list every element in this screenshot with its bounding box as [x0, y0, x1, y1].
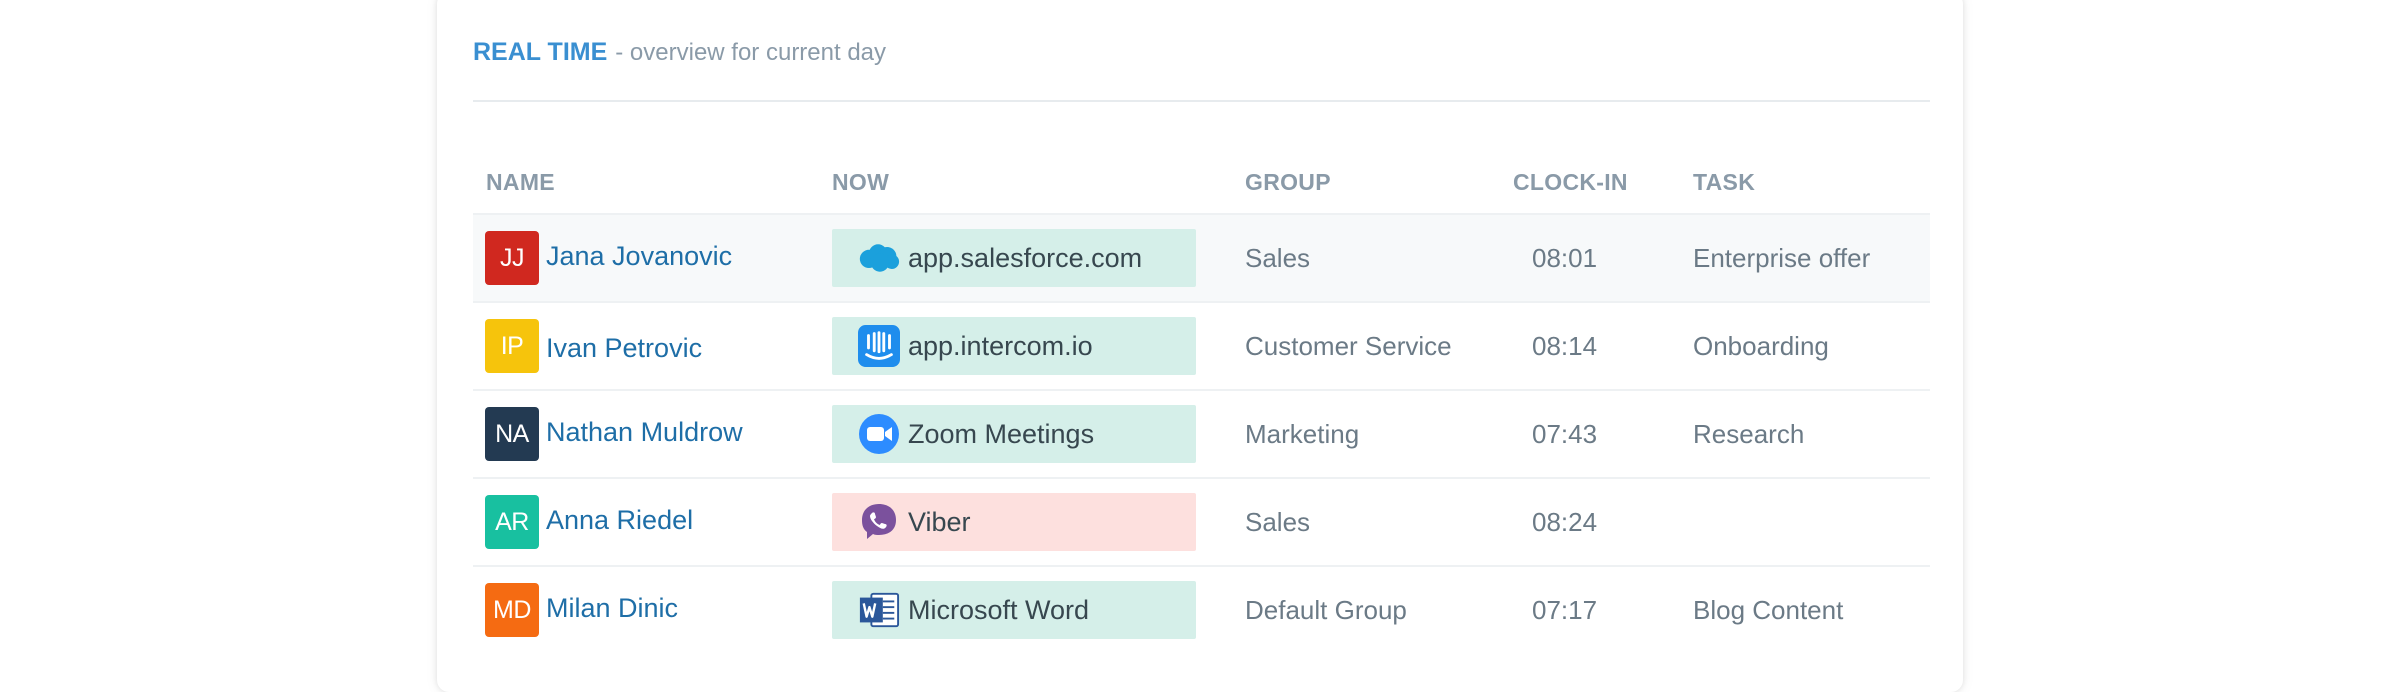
now-app-label: Microsoft Word [908, 594, 1090, 625]
card-header: REAL TIME - overview for current day [473, 36, 886, 69]
real-time-card: REAL TIME - overview for current day NAME… [437, 0, 1963, 692]
column-header-task[interactable]: TASK [1693, 169, 1755, 196]
now-activity[interactable]: Zoom Meetings [832, 405, 1196, 463]
now-app-label: app.salesforce.com [908, 242, 1143, 273]
clock-in-cell: 08:24 [1532, 507, 1598, 537]
group-cell: Default Group [1245, 595, 1407, 625]
microsoft-word-icon [858, 589, 900, 631]
avatar: IP [485, 319, 539, 373]
intercom-icon [858, 325, 900, 367]
group-cell: Marketing [1245, 419, 1360, 449]
now-app-label: Viber [908, 506, 971, 537]
task-cell: Research [1693, 419, 1805, 449]
now-activity[interactable]: Viber [832, 493, 1196, 551]
task-cell: Onboarding [1693, 331, 1829, 361]
now-activity[interactable]: app.salesforce.com [832, 229, 1196, 287]
avatar: JJ [485, 231, 539, 285]
avatar: NA [485, 407, 539, 461]
avatar-initials: AR [495, 507, 529, 536]
card-title: REAL TIME [473, 38, 608, 66]
task-cell: Enterprise offer [1693, 243, 1871, 273]
group-cell: Sales [1245, 243, 1311, 273]
avatar-initials: MD [493, 595, 531, 624]
column-header-now[interactable]: NOW [832, 169, 889, 196]
group-cell: Customer Service [1245, 331, 1452, 361]
avatar-initials: IP [500, 331, 524, 360]
avatar-initials: NA [495, 419, 529, 448]
employee-name-link[interactable]: Milan Dinic [546, 593, 678, 624]
task-cell: Blog Content [1693, 595, 1844, 625]
avatar: AR [485, 495, 539, 549]
clock-in-cell: 07:17 [1532, 595, 1598, 625]
clock-in-cell: 08:14 [1532, 331, 1598, 361]
column-header-group[interactable]: GROUP [1245, 169, 1331, 196]
table-row[interactable]: IP Ivan Petrovic app.intercom.io Custome… [473, 301, 1930, 389]
group-cell: Sales [1245, 507, 1311, 537]
table-row[interactable]: JJ Jana Jovanovic app.salesforce.com Sal… [473, 213, 1930, 301]
salesforce-cloud-icon [858, 237, 900, 279]
now-app-label: app.intercom.io [908, 330, 1093, 361]
now-app-label: Zoom Meetings [908, 418, 1095, 449]
card-subtitle: - overview for current day [615, 39, 887, 66]
now-activity[interactable]: app.intercom.io [832, 317, 1196, 375]
employee-name-link[interactable]: Anna Riedel [546, 505, 693, 536]
header-divider [473, 100, 1930, 102]
table-row[interactable]: MD Milan Dinic Microsoft Word Default Gr… [473, 565, 1930, 653]
employee-name-link[interactable]: Nathan Muldrow [546, 417, 743, 448]
employee-name-link[interactable]: Jana Jovanovic [546, 241, 732, 272]
column-header-name[interactable]: NAME [486, 169, 555, 196]
clock-in-cell: 07:43 [1532, 419, 1598, 449]
avatar: MD [485, 583, 539, 637]
avatar-initials: JJ [500, 243, 525, 272]
zoom-camera-icon [858, 413, 900, 455]
table-row[interactable]: AR Anna Riedel Viber Sales 08:24 [473, 477, 1930, 565]
column-header-clock-in[interactable]: CLOCK-IN [1513, 169, 1628, 196]
table-row[interactable]: NA Nathan Muldrow Zoom Meetings Marketin… [473, 389, 1930, 477]
viber-phone-icon [858, 501, 900, 543]
now-activity[interactable]: Microsoft Word [832, 581, 1196, 639]
employee-name-link[interactable]: Ivan Petrovic [546, 333, 702, 364]
clock-in-cell: 08:01 [1532, 243, 1598, 273]
